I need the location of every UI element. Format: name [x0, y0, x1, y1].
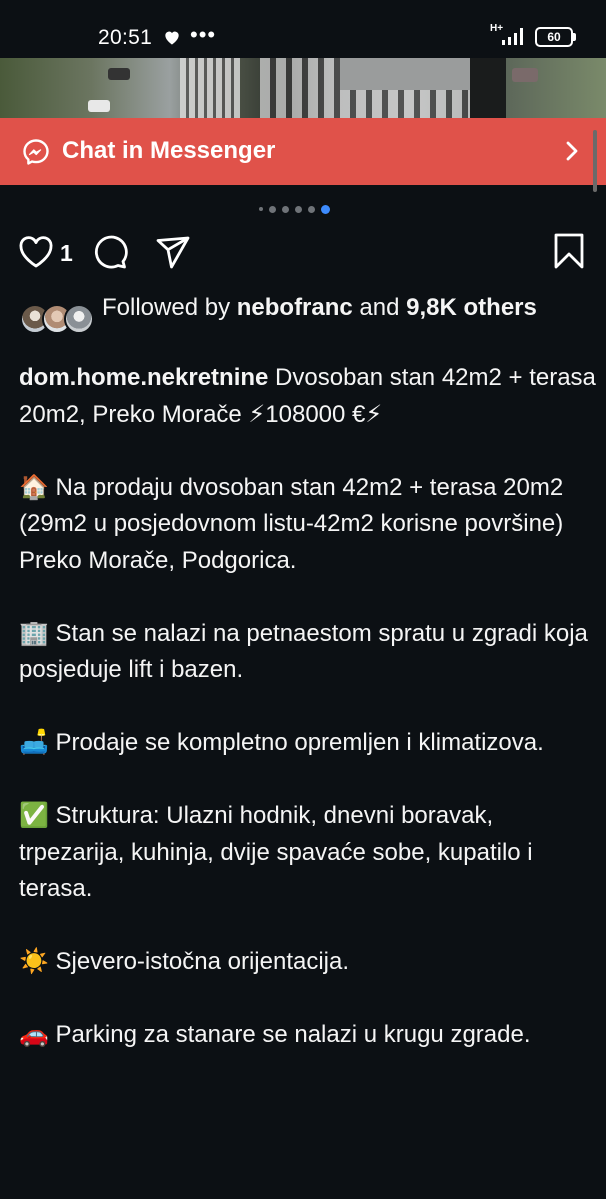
follower-count[interactable]: 9,8K	[406, 294, 457, 321]
messenger-icon	[23, 139, 49, 165]
battery-nub	[573, 33, 576, 41]
carousel-dot	[282, 205, 289, 213]
carousel-dot	[269, 205, 276, 213]
scrollbar[interactable]	[593, 130, 597, 192]
carousel-indicator	[259, 204, 330, 214]
caption-username[interactable]: dom.home.nekretnine	[19, 364, 268, 391]
battery-icon: 60	[535, 27, 573, 47]
follower-username[interactable]: nebofranc	[237, 294, 353, 321]
caption-paragraph: ✅ Struktura: Ulazni hodnik, dnevni borav…	[19, 802, 540, 902]
avatar	[64, 304, 94, 334]
comment-icon[interactable]	[92, 234, 128, 270]
post-image[interactable]	[0, 58, 606, 118]
caption-paragraph: 🚗 Parking za stanare se nalazi u krugu z…	[19, 1021, 531, 1048]
chat-in-messenger-button[interactable]: Chat in Messenger	[0, 118, 606, 185]
battery-level: 60	[547, 30, 561, 44]
carousel-dot	[308, 205, 315, 213]
carousel-dot	[259, 207, 263, 211]
carousel-dot-active	[321, 204, 330, 214]
post-caption: dom.home.nekretnine Dvosoban stan 42m2 +…	[19, 360, 599, 1054]
followed-by-text[interactable]: Followed by nebofranc and 9,8K others	[102, 292, 592, 324]
caption-paragraph: 🛋️ Prodaje se kompletno opremljen i klim…	[19, 729, 544, 756]
share-icon[interactable]	[155, 234, 191, 270]
caption-paragraph: 🏠 Na prodaju dvosoban stan 42m2 + terasa…	[19, 473, 570, 574]
like-count[interactable]: 1	[60, 240, 73, 267]
caption-paragraph: ☀️ Sjevero-istočna orijentacija.	[19, 948, 350, 975]
follower-avatars[interactable]	[20, 304, 94, 336]
status-bar: 20:51 ••• H+ 60	[0, 0, 606, 58]
more-notifications-icon: •••	[190, 22, 217, 47]
status-time: 20:51	[98, 26, 153, 49]
carousel-dot	[295, 205, 302, 213]
save-bookmark-icon[interactable]	[553, 233, 585, 269]
heart-notification-icon	[165, 31, 179, 45]
like-heart-icon[interactable]	[18, 235, 54, 269]
chevron-right-icon	[566, 141, 578, 161]
caption-paragraph: 🏢 Stan se nalazi na petnaestom spratu u …	[19, 619, 595, 684]
chat-in-messenger-label: Chat in Messenger	[62, 137, 276, 164]
signal-icon	[502, 28, 523, 45]
